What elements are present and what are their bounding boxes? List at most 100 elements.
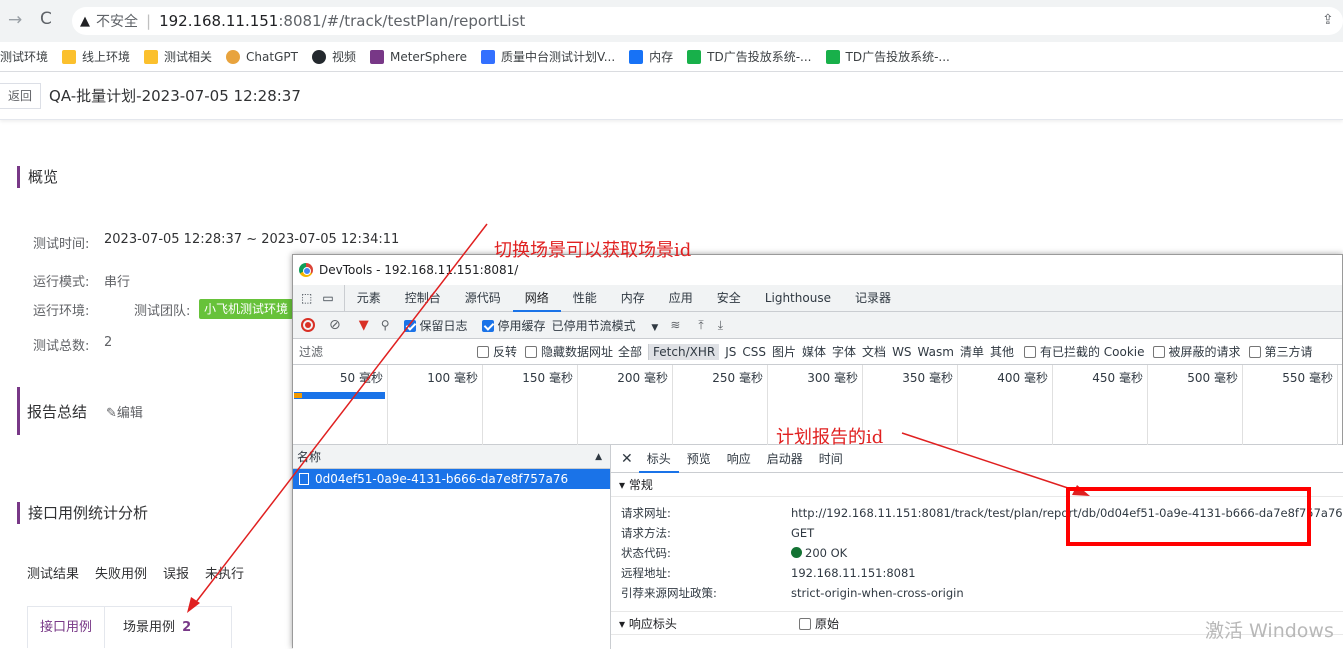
record-icon[interactable] — [301, 318, 315, 332]
upload-icon[interactable]: ⤒ — [698, 318, 703, 333]
type-font[interactable]: 字体 — [832, 343, 856, 360]
tab-lighthouse[interactable]: Lighthouse — [753, 285, 843, 312]
test-time-label: 测试时间: — [33, 237, 90, 252]
third-party-checkbox[interactable]: 第三方请 — [1248, 343, 1313, 360]
bookmark-item[interactable]: MeterSphere — [369, 49, 467, 64]
download-icon[interactable]: ⤓ — [718, 318, 723, 333]
type-manifest[interactable]: 清单 — [960, 343, 984, 360]
tab-not-executed[interactable]: 未执行 — [205, 567, 244, 582]
tab-test-result[interactable]: 测试结果 — [27, 567, 79, 582]
clear-icon[interactable]: ⊘ — [329, 317, 341, 333]
tab-scene-cases[interactable]: 场景用例 2 — [105, 607, 203, 648]
inspect-icon[interactable]: ⬚ — [293, 285, 318, 312]
general-section-header[interactable]: ▾ 常规 — [611, 473, 1343, 497]
detail-tabs: ✕ 标头 预览 响应 启动器 时间 — [611, 445, 1343, 473]
preserve-log-checkbox[interactable]: 保留日志 — [403, 317, 468, 334]
timeline-tick: 500 毫秒 — [1148, 365, 1243, 445]
page-title: QA-批量计划-2023-07-05 12:28:37 — [49, 87, 301, 105]
bookmark-item[interactable]: ChatGPT — [226, 49, 298, 64]
tab-network[interactable]: 网络 — [512, 285, 561, 312]
tab-headers[interactable]: 标头 — [638, 445, 679, 473]
bookmark-label: 内存 — [649, 50, 674, 64]
scene-annotation: 切换场景可以获取场景id — [494, 240, 692, 261]
tab-recorder[interactable]: 记录器 — [843, 285, 903, 312]
bookmark-item[interactable]: 测试环境 — [0, 48, 48, 65]
request-name: 0d04ef51-0a9e-4131-b666-da7e8f757a76 — [315, 472, 569, 486]
reload-icon[interactable]: C — [40, 9, 52, 29]
type-wasm[interactable]: Wasm — [918, 345, 954, 359]
tab-performance[interactable]: 性能 — [561, 285, 609, 312]
header-value: 192.168.11.151:8081 — [791, 566, 916, 580]
tab-preview[interactable]: 预览 — [679, 445, 719, 473]
search-icon[interactable]: ⚲ — [381, 318, 390, 332]
td-icon — [687, 49, 702, 64]
sort-up-icon: ▲ — [595, 452, 602, 462]
checkbox-icon — [1248, 346, 1261, 358]
type-other[interactable]: 其他 — [990, 343, 1014, 360]
type-media[interactable]: 媒体 — [802, 343, 826, 360]
type-all[interactable]: 全部 — [618, 343, 642, 360]
response-headers-title: 响应标头 — [628, 617, 677, 631]
insecure-label: 不安全 — [96, 14, 138, 30]
tab-response[interactable]: 响应 — [719, 445, 759, 473]
td-icon — [825, 49, 840, 64]
disable-cache-checkbox[interactable]: 停用缓存 — [481, 317, 546, 334]
header-key: 状态代码: — [621, 546, 671, 560]
network-toolbar: ⊘ ▼ ⚲ 保留日志 停用缓存 已停用节流模式 ▼ ≋ ⤒ ⤓ — [293, 312, 1342, 339]
header-key: 请求网址: — [621, 506, 671, 520]
bookmark-item[interactable]: 测试相关 — [144, 48, 212, 65]
close-icon[interactable]: ✕ — [611, 445, 639, 473]
type-doc[interactable]: 文档 — [862, 343, 886, 360]
disable-cache-label: 停用缓存 — [497, 318, 546, 333]
github-icon — [311, 49, 326, 64]
bookmark-item[interactable]: 质量中台测试计划V... — [481, 48, 615, 65]
device-icon[interactable]: ▭ — [318, 284, 345, 312]
request-row[interactable]: 0d04ef51-0a9e-4131-b666-da7e8f757a76 — [293, 469, 610, 489]
type-css[interactable]: CSS — [742, 345, 766, 359]
type-ws[interactable]: WS — [892, 345, 911, 359]
env-label: 运行环境: — [33, 304, 90, 319]
filter-input[interactable]: 过滤 — [299, 343, 463, 360]
checkbox-icon — [403, 319, 416, 332]
scene-count: 2 — [182, 620, 192, 635]
request-list-header[interactable]: 名称 ▲ — [293, 445, 610, 469]
tab-false-positive[interactable]: 误报 — [163, 567, 189, 582]
filter-icon[interactable]: ▼ — [359, 318, 369, 333]
tab-api-cases[interactable]: 接口用例 — [28, 607, 106, 648]
tab-failed[interactable]: 失败用例 — [95, 567, 147, 582]
edit-link[interactable]: ✎编辑 — [106, 402, 143, 421]
type-js[interactable]: JS — [725, 345, 736, 359]
invert-checkbox[interactable]: 反转 — [477, 343, 517, 360]
bookmark-item[interactable]: TD广告投放系统-... — [825, 48, 950, 65]
status-value: 200 OK — [791, 543, 847, 563]
wifi-icon[interactable]: ≋ — [670, 318, 680, 332]
bookmark-item[interactable]: 视频 — [311, 48, 356, 65]
raw-checkbox[interactable]: 原始 — [799, 612, 839, 634]
hide-data-urls-checkbox[interactable]: 隐藏数据网址 — [525, 343, 613, 360]
timeline-tick: 150 毫秒 — [483, 365, 578, 445]
bookmark-item[interactable]: 内存 — [629, 48, 673, 65]
type-fetch-xhr[interactable]: Fetch/XHR — [648, 343, 720, 360]
timeline-tick: 250 毫秒 — [673, 365, 768, 445]
bookmark-item[interactable]: 线上环境 — [62, 48, 130, 65]
back-button[interactable]: 返回 — [0, 82, 42, 109]
type-img[interactable]: 图片 — [772, 343, 796, 360]
tab-console[interactable]: 控制台 — [393, 285, 453, 312]
share-icon[interactable]: ⇪ — [1322, 12, 1334, 28]
throttle-select[interactable]: 已停用节流模式 ▼ — [552, 317, 659, 334]
tab-security[interactable]: 安全 — [705, 285, 753, 312]
forward-icon[interactable]: → — [8, 10, 22, 30]
api-stats-title: 接口用例统计分析 — [17, 502, 148, 524]
tab-elements[interactable]: 元素 — [345, 285, 393, 312]
tab-application[interactable]: 应用 — [657, 285, 705, 312]
header-value: http://192.168.11.151:8081/track/test/pl… — [791, 506, 1343, 520]
blocked-cookies-checkbox[interactable]: 有已拦截的 Cookie — [1023, 343, 1145, 360]
tab-memory[interactable]: 内存 — [609, 285, 657, 312]
folder-icon — [144, 49, 159, 64]
env-team-label: 测试团队: — [134, 304, 191, 319]
bookmark-item[interactable]: TD广告投放系统-... — [687, 48, 812, 65]
tab-sources[interactable]: 源代码 — [453, 285, 513, 312]
devtools-window: DevTools - 192.168.11.151:8081/ ⬚ ▭ 元素 控… — [292, 254, 1343, 649]
blocked-requests-checkbox[interactable]: 被屏蔽的请求 — [1152, 343, 1241, 360]
address-bar[interactable]: ▲ 不安全 | 192.168.11.151 :8081/#/track/tes… — [72, 7, 1343, 35]
